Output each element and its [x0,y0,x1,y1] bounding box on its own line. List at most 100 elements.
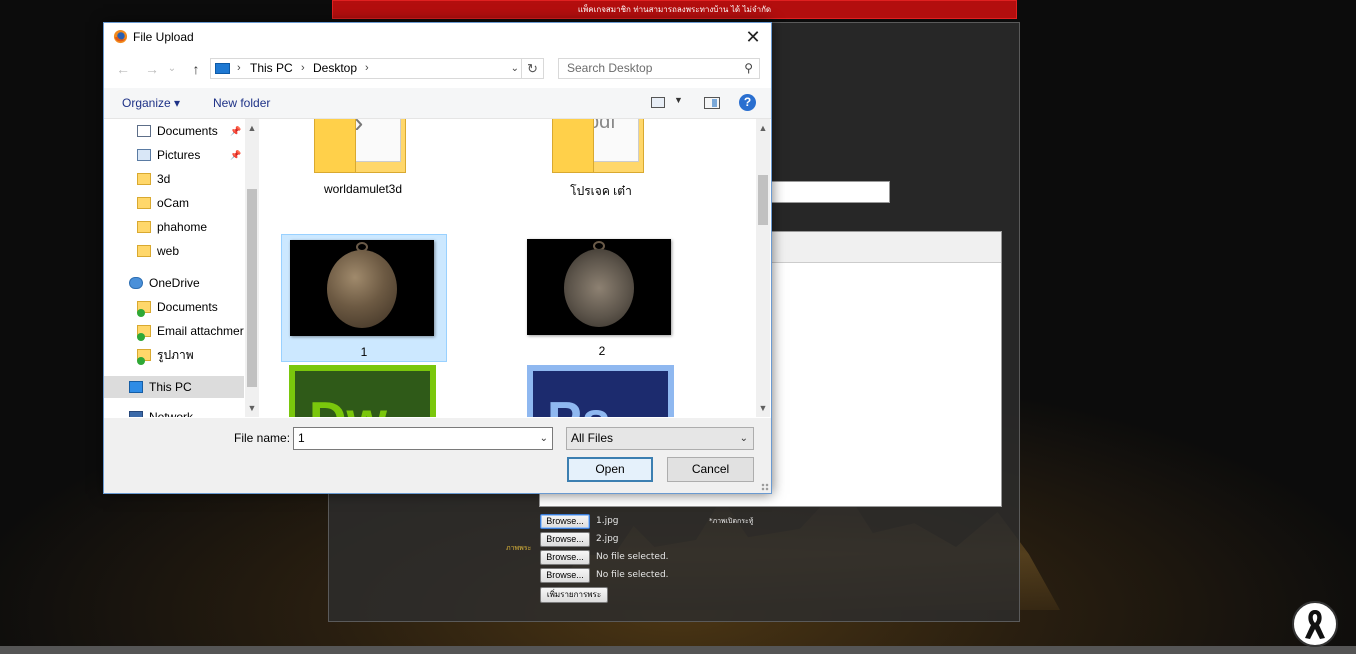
cancel-button[interactable]: Cancel [667,457,754,482]
nav-item-onedrive[interactable]: OneDrive [104,272,244,294]
nav-item-phahome[interactable]: phahome [104,216,244,238]
firefox-icon [113,29,128,49]
chevron-down-icon[interactable]: ⌄ [540,428,548,449]
nav-item-label: web [157,244,180,258]
breadcrumb-chevron-icon: › [237,62,241,74]
help-icon[interactable]: ? [739,94,756,111]
folder-icon [137,173,151,185]
amulet-face [564,249,634,327]
folder-icon [137,245,151,257]
nav-item-label: รูปภาพ [157,348,194,362]
upload-row: Browse... No file selected. [540,567,669,583]
folder-icon: › [314,119,406,173]
command-bar: Organize ▾ New folder ▼ ? [104,88,771,119]
file-type-select[interactable]: All Files ⌄ [566,427,754,450]
close-icon[interactable]: ✕ [741,26,765,48]
open-button[interactable]: Open [567,457,653,482]
up-arrow-icon[interactable]: ↑ [185,58,207,80]
network-icon [129,411,143,417]
preview-pane-icon[interactable] [704,97,720,109]
nav-item-ocam[interactable]: oCam [104,192,244,214]
scroll-up-icon[interactable]: ▲ [245,121,259,135]
photoshop-glyph: Ps [547,391,611,417]
nav-item-label: Network [149,410,194,417]
file-item-2[interactable]: 2 [519,234,685,362]
nav-item-email-attachments[interactable]: Email attachmer [104,320,244,342]
nav-item-label: phahome [157,220,208,234]
upload-file-name: No file selected. [596,552,669,562]
scroll-down-icon[interactable]: ▼ [756,401,770,415]
browse-button[interactable]: Browse... [540,513,590,529]
breadcrumb-chevron-icon: › [301,62,305,74]
nav-item-network[interactable]: Network [104,406,244,417]
file-name: 1 [360,345,368,359]
upload-file-name: No file selected. [596,570,669,580]
upload-file-name: 2.jpg [596,534,619,544]
synced-check-icon [137,309,145,317]
forward-arrow-icon[interactable]: → [141,58,163,80]
file-name-field[interactable]: 1 ⌄ [293,427,553,450]
search-input[interactable]: Search Desktop ⚲ [558,58,760,79]
view-dropdown-icon[interactable]: ▼ [674,95,683,105]
folder-front [315,119,356,172]
resize-grip-icon[interactable] [761,483,769,491]
nav-item-onedrive-documents[interactable]: Documents [104,296,244,318]
pictures-icon [137,149,151,161]
browse-button[interactable]: Browse... [540,567,590,583]
dialog-footer: File name: 1 ⌄ All Files ⌄ Open Cancel [104,418,771,493]
scroll-thumb[interactable] [758,175,768,225]
nav-item-pictures-thai[interactable]: รูปภาพ [104,344,244,366]
mourning-ribbon-icon[interactable] [1292,601,1338,647]
upload-row: Browse... 2.jpg [540,531,619,547]
nav-item-documents[interactable]: Documents 📌 [104,120,244,142]
scroll-thumb[interactable] [247,189,257,387]
dialog-title-bar[interactable]: File Upload ✕ [104,23,771,52]
upload-row: Browse... 1.jpg [540,513,619,529]
amulet-back-thumbnail [527,239,671,335]
address-dropdown-icon[interactable]: ⌄ [511,59,519,78]
search-placeholder: Search Desktop [567,61,653,75]
this-pc-icon [215,63,230,74]
file-list-scrollbar[interactable]: ▲ ▼ [756,119,770,417]
organize-menu[interactable]: Organize ▾ [122,96,180,110]
nav-item-label: 3d [157,172,171,186]
top-banner[interactable]: แพ็คเกจสมาชิก ท่านสามารถลงพระทางบ้าน ได้… [332,0,1017,19]
scroll-up-icon[interactable]: ▲ [756,121,770,135]
nav-item-label: oCam [157,196,190,210]
dreamweaver-icon: Dw [289,365,436,417]
refresh-icon[interactable]: ↻ [521,59,543,78]
address-bar[interactable]: › This PC › Desktop › ⌄ ↻ [210,58,544,79]
title-input[interactable] [768,181,890,203]
nav-item-label: Email attachmer [157,324,244,338]
browse-button[interactable]: Browse... [540,531,590,547]
file-item-worldamulet3d[interactable]: › worldamulet3d [280,119,446,227]
nav-item-this-pc[interactable]: This PC [104,376,244,398]
upload-side-label: ภาพพระ [506,544,532,552]
back-arrow-icon[interactable]: ← [112,58,134,80]
nav-item-web[interactable]: web [104,240,244,262]
nav-item-3d[interactable]: 3d [104,168,244,190]
synced-check-icon [137,333,145,341]
recent-locations-chevron-icon[interactable]: ⌄ [166,58,178,80]
nav-item-pictures[interactable]: Pictures 📌 [104,144,244,166]
search-icon: ⚲ [744,61,753,75]
new-folder-button[interactable]: New folder [213,96,270,110]
breadcrumb-desktop[interactable]: Desktop [313,59,357,78]
file-upload-dialog: File Upload ✕ ← → ⌄ ↑ › This PC › Deskto… [103,22,772,494]
file-list: › worldamulet3d pdf โปรเจค เต๋า 1 2 [261,119,755,417]
breadcrumb-this-pc[interactable]: This PC [250,59,293,78]
add-item-button[interactable]: เพิ่มรายการพระ [540,587,608,603]
file-item-project-tao[interactable]: pdf โปรเจค เต๋า [518,119,684,227]
file-item-dreamweaver[interactable]: Dw [281,365,447,417]
pin-icon: 📌 [230,126,242,136]
file-item-1[interactable]: 1 [281,234,447,362]
file-item-photoshop[interactable]: Ps [519,365,685,417]
file-name: โปรเจค เต๋า [570,184,632,198]
scroll-down-icon[interactable]: ▼ [245,401,259,415]
browse-button[interactable]: Browse... [540,549,590,565]
upload-note: *ภาพเปิดกระทู้ [709,517,754,525]
change-view-icon[interactable] [651,97,665,108]
nav-item-label: Documents [157,300,218,314]
nav-pane-scrollbar[interactable]: ▲ ▼ [245,119,259,417]
amulet-face [327,250,397,328]
